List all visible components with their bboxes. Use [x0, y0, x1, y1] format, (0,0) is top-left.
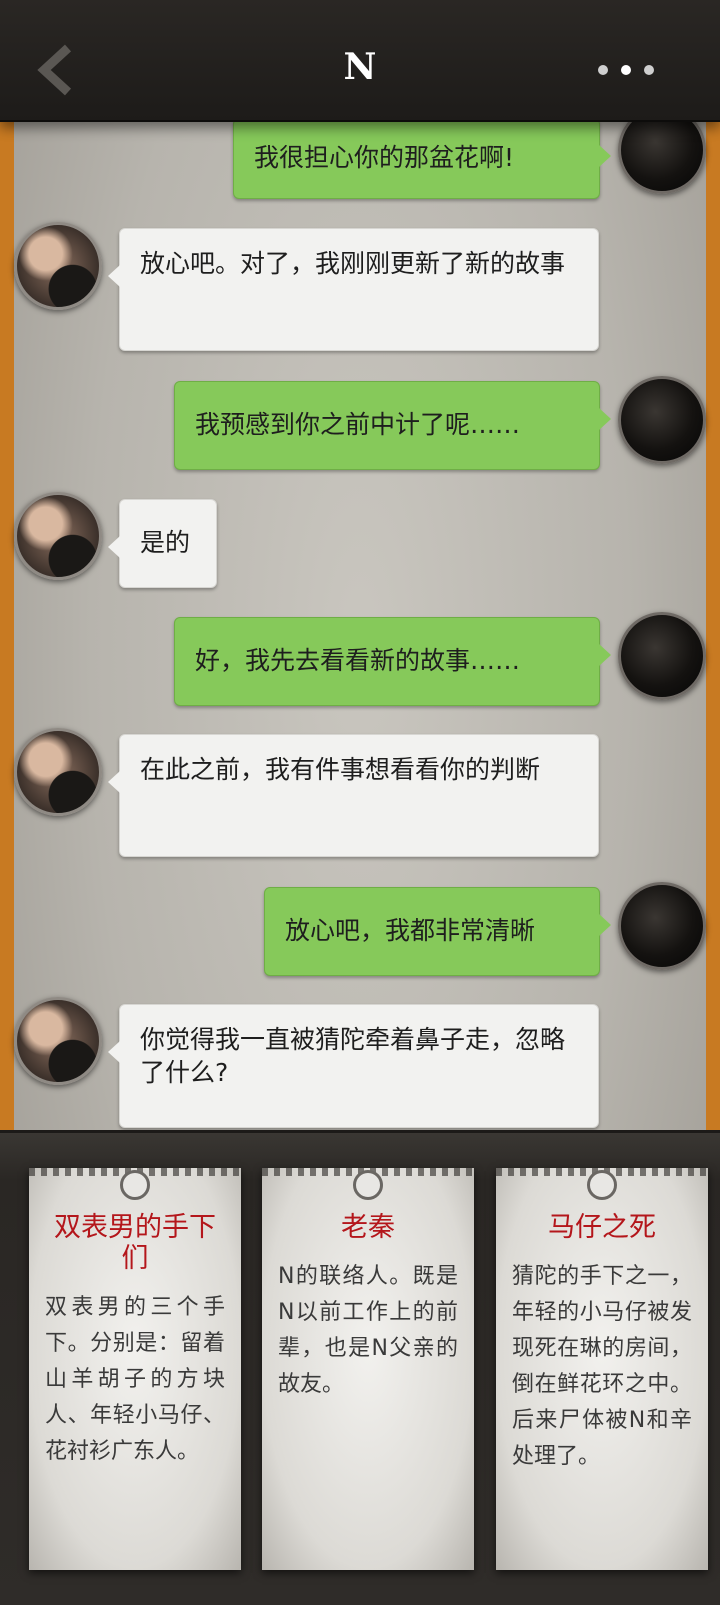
pin-icon [353, 1170, 383, 1200]
message-text: 是的 [140, 528, 191, 557]
clue-card[interactable]: 老秦 N的联络人。既是N以前工作上的前辈，也是N父亲的故友。 [262, 1168, 474, 1570]
message-bubble-incoming[interactable]: 在此之前，我有件事想看看你的判断 [108, 734, 599, 857]
message-bubble-incoming[interactable]: 是的 [108, 499, 217, 588]
clue-card-title: 马仔之死 [548, 1212, 656, 1243]
message-text: 你觉得我一直被猜陀牵着鼻子走，忽略了什么? [140, 1025, 566, 1087]
contact-avatar[interactable] [14, 728, 102, 816]
message-bubble-incoming[interactable]: 放心吧。对了，我刚刚更新了新的故事 [108, 228, 599, 351]
clue-card[interactable]: 马仔之死 猜陀的手下之一，年轻的小马仔被发现死在琳的房间，倒在鲜花环之中。后来尸… [496, 1168, 708, 1570]
my-avatar[interactable] [618, 376, 706, 464]
pin-icon [587, 1170, 617, 1200]
contact-avatar[interactable] [14, 492, 102, 580]
contact-avatar[interactable] [14, 997, 102, 1085]
clue-card-description: 双表男的三个手下。分别是：留着山羊胡子的方块人、年轻小马仔、花衬衫广东人。 [45, 1295, 225, 1464]
message-text: 放心吧，我都非常清晰 [285, 916, 536, 945]
top-bar: N [0, 0, 720, 122]
message-text: 好，我先去看看新的故事…… [195, 646, 521, 675]
message-bubble-outgoing[interactable]: 我预感到你之前中计了呢…… [174, 381, 611, 470]
message-text: 在此之前，我有件事想看看你的判断 [140, 755, 541, 784]
message-bubble-outgoing[interactable]: 好，我先去看看新的故事…… [174, 617, 611, 706]
message-text: 放心吧。对了，我刚刚更新了新的故事 [140, 249, 566, 278]
chat-area[interactable]: 我很担心你的那盆花啊! 放心吧。对了，我刚刚更新了新的故事 我预感到你之前中计了… [0, 0, 720, 1130]
pin-icon [120, 1170, 150, 1200]
clue-card-title: 双表男的手下们 [54, 1212, 216, 1274]
message-bubble-outgoing[interactable]: 我很担心你的那盆花啊! [233, 118, 611, 199]
my-avatar[interactable] [618, 882, 706, 970]
message-text: 我很担心你的那盆花啊! [254, 143, 515, 172]
contact-avatar[interactable] [14, 222, 102, 310]
clue-card-description: N的联络人。既是N以前工作上的前辈，也是N父亲的故友。 [278, 1264, 458, 1397]
clue-card-description: 猜陀的手下之一，年轻的小马仔被发现死在琳的房间，倒在鲜花环之中。后来尸体被N和辛… [512, 1264, 692, 1469]
clue-card-title: 老秦 [341, 1212, 395, 1243]
message-bubble-outgoing[interactable]: 放心吧，我都非常清晰 [264, 887, 611, 976]
my-avatar[interactable] [618, 612, 706, 700]
more-options-icon[interactable] [598, 60, 668, 80]
clue-card[interactable]: 双表男的手下们 双表男的三个手下。分别是：留着山羊胡子的方块人、年轻小马仔、花衬… [29, 1168, 241, 1570]
message-bubble-incoming[interactable]: 你觉得我一直被猜陀牵着鼻子走，忽略了什么? [108, 1004, 599, 1128]
message-text: 我预感到你之前中计了呢…… [195, 410, 521, 439]
